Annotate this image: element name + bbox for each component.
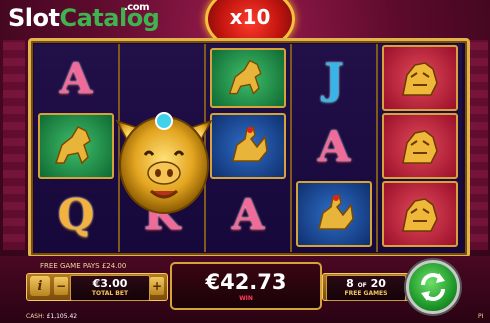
symbol-a-pink: J A <box>231 189 265 239</box>
symbol-a-pink: A <box>59 53 93 103</box>
win-label: WIN <box>239 295 253 302</box>
symbol-rooster-blue <box>210 113 286 179</box>
minus-icon: − <box>55 279 67 293</box>
win-value: €42.73 <box>205 270 287 294</box>
win-display: €42.73 WIN <box>170 262 322 310</box>
refresh-arrows-icon <box>421 273 445 301</box>
tiger-icon <box>402 198 438 232</box>
golden-pig-wild <box>111 99 217 217</box>
rooster-icon <box>232 126 268 162</box>
bet-increase-button[interactable]: + <box>150 277 164 295</box>
horse-icon <box>228 59 262 95</box>
rooster-icon <box>318 194 354 230</box>
corner-text: PI <box>478 313 484 320</box>
multiplier-label: x10 <box>229 5 271 29</box>
slotcatalog-logo: SlotCatalog .com <box>8 2 160 32</box>
info-button[interactable]: i <box>30 276 50 296</box>
pig-icon <box>115 112 213 214</box>
reel-3: J A <box>206 44 290 252</box>
symbol-tiger-red <box>382 113 458 179</box>
symbol-horse-green <box>210 46 286 110</box>
total-bet-label: TOTAL BET <box>91 290 129 297</box>
symbol-q-gold: Q <box>57 189 95 239</box>
reel-1: A Q <box>34 44 118 252</box>
free-games-counter: 8 OF 20 <box>346 277 386 290</box>
symbol-tiger-red <box>382 45 458 111</box>
tiger-icon <box>402 130 438 164</box>
free-games-display: 8 OF 20 FREE GAMES <box>326 275 406 301</box>
total-bet-display: €3.00 TOTAL BET <box>70 275 150 301</box>
symbol-j-blue: J <box>324 53 344 103</box>
reel-5 <box>378 44 462 252</box>
info-icon: i <box>37 278 43 294</box>
left-side-pattern <box>3 40 25 250</box>
symbol-horse-green <box>38 113 114 179</box>
symbol-rooster-blue <box>296 181 372 247</box>
reel-4: J A <box>292 44 376 252</box>
bet-decrease-button[interactable]: − <box>54 277 68 295</box>
symbol-a-pink: A <box>317 121 351 171</box>
total-bet-value: €3.00 <box>92 277 128 290</box>
reels-frame: A Q K A J A <box>28 38 470 258</box>
cash-balance: CASH: £1,105.42 <box>26 313 78 320</box>
horse-icon <box>54 126 91 165</box>
free-game-pays-text: FREE GAME PAYS £24.00 <box>40 262 127 270</box>
free-games-label: FREE GAMES <box>344 290 388 297</box>
symbol-tiger-red <box>382 181 458 247</box>
spin-button[interactable] <box>406 260 460 314</box>
tiger-icon <box>402 62 438 96</box>
plus-icon: + <box>151 279 163 293</box>
